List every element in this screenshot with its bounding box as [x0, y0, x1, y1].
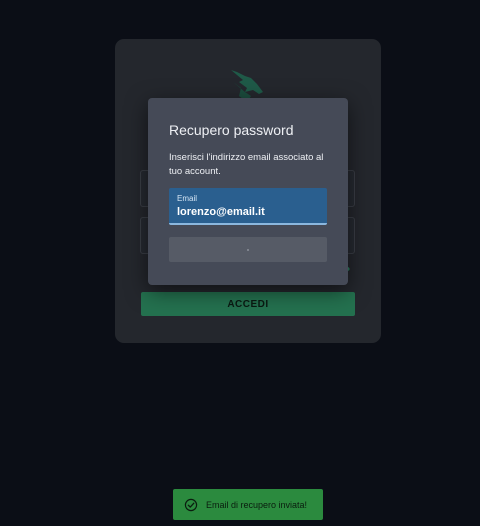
email-field-label: Email	[177, 194, 198, 203]
dialog-description: Inserisci l'indirizzo email associato al…	[169, 152, 324, 177]
success-toast: Email di recupero inviata!	[173, 489, 323, 520]
password-recovery-dialog: Recupero password Inserisci l'indirizzo …	[148, 98, 348, 285]
login-button-label: ACCEDI	[227, 298, 269, 310]
login-button[interactable]: ACCEDI	[141, 292, 355, 316]
dialog-title: Recupero password	[169, 122, 294, 138]
send-recovery-button[interactable]	[169, 237, 327, 262]
page: ? ACCEDI Recupero password Inserisci l'i…	[0, 0, 480, 526]
check-circle-icon	[184, 498, 198, 511]
loading-spinner-icon	[247, 248, 249, 251]
email-field-value[interactable]: lorenzo@email.it	[177, 206, 265, 218]
toast-message: Email di recupero inviata!	[206, 499, 308, 510]
email-field[interactable]: Email lorenzo@email.it	[169, 188, 327, 225]
